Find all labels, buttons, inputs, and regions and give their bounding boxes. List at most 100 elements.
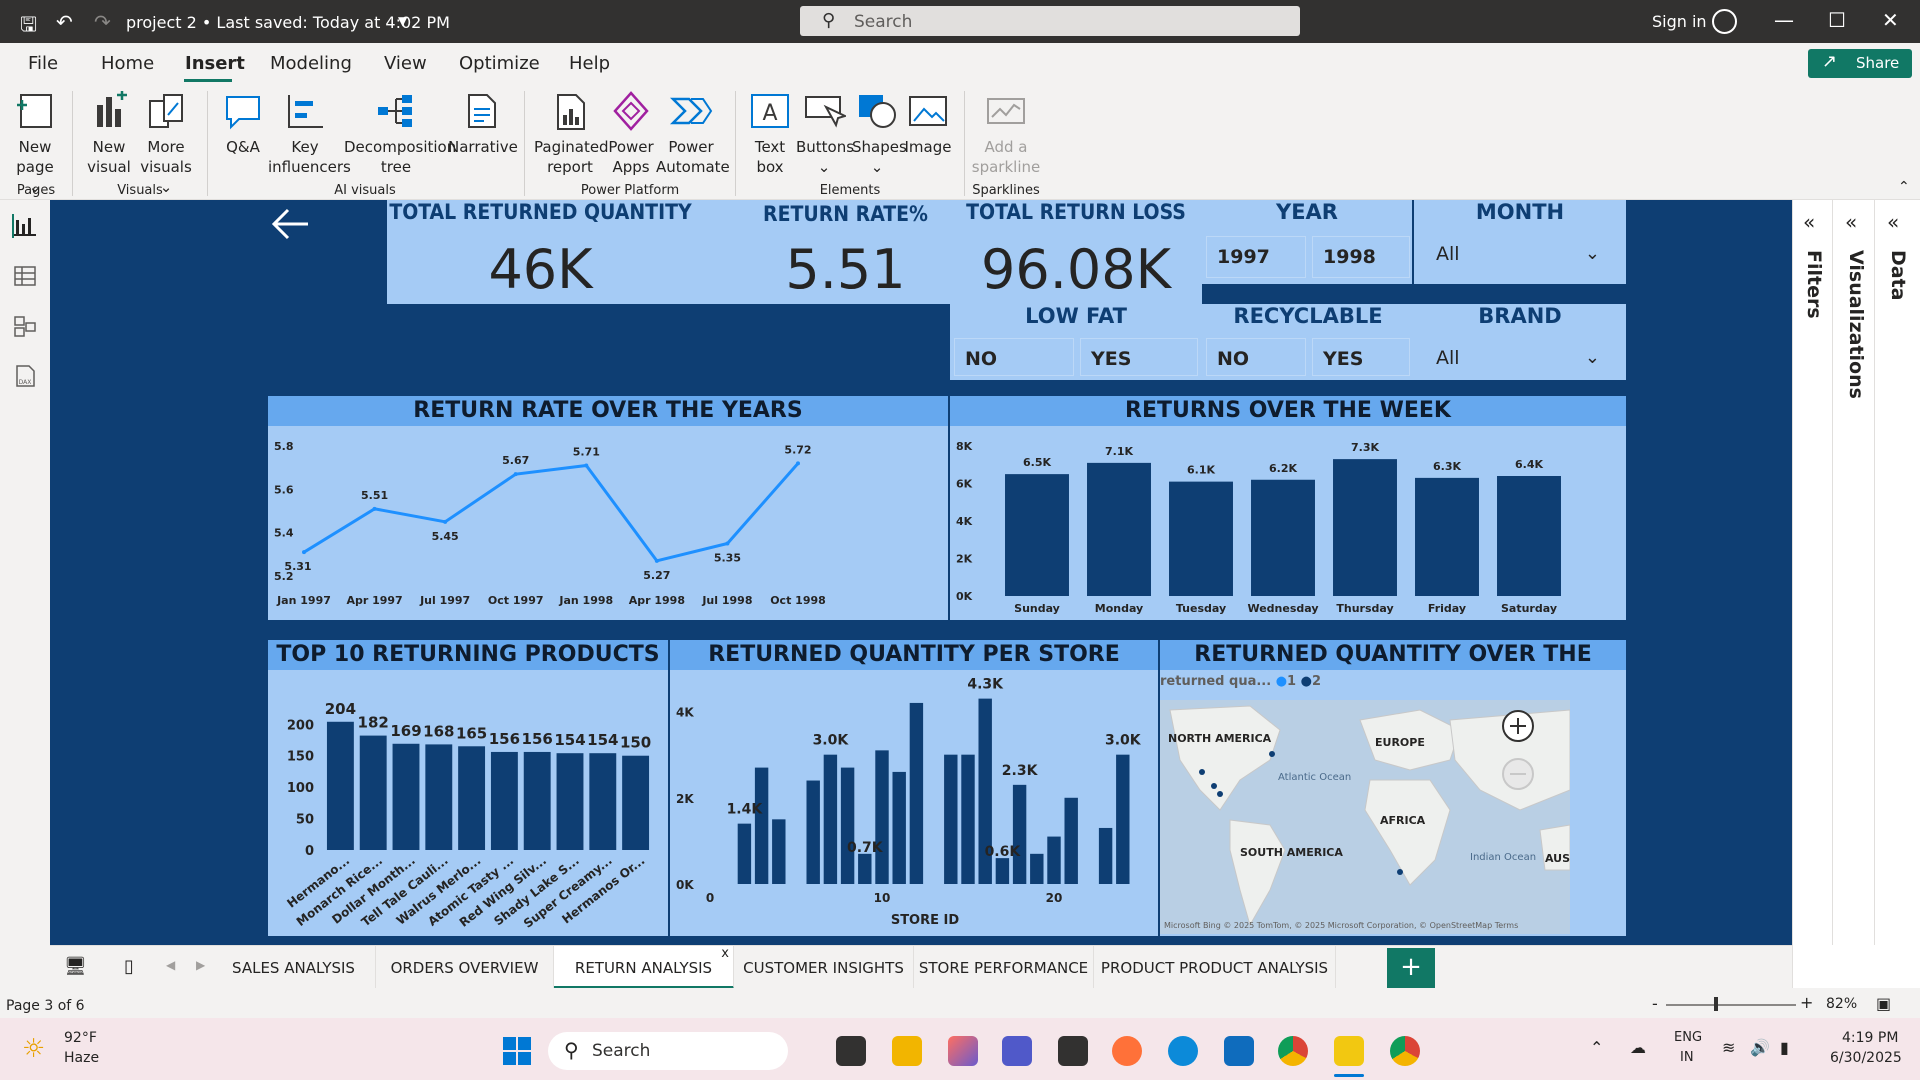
map-point[interactable] [1397,869,1403,875]
minimize-icon[interactable]: — [1774,8,1794,32]
weather-icon[interactable]: ☼ [22,1034,45,1064]
visualizations-pane[interactable]: « Visualizations [1835,200,1875,945]
tab-return-analysis[interactable]: RETURN ANALYSIS x [554,946,734,989]
clock-date[interactable]: 6/30/2025 [1830,1050,1902,1066]
language-primary[interactable]: ENG [1674,1030,1702,1045]
chrome-profile-icon[interactable] [1390,1036,1420,1066]
map-point[interactable] [1217,791,1223,797]
search-input[interactable]: ⚲ Search [800,6,1300,36]
power-bi-icon[interactable] [1334,1036,1364,1066]
account-icon[interactable] [1712,9,1737,34]
report-view-icon[interactable] [12,214,38,238]
image-button[interactable]: Image [902,91,954,157]
slicer-month-dropdown[interactable]: All ⌄ [1420,234,1620,274]
slicer-recyclable-yes[interactable]: YES [1312,338,1410,376]
map-point[interactable] [1211,783,1217,789]
map-point[interactable] [1199,769,1205,775]
tab-sales-analysis[interactable]: SALES ANALYSIS [212,946,376,989]
expand-filters-icon[interactable]: « [1803,210,1815,234]
taskbar-search[interactable]: ⚲ Search [548,1032,788,1070]
decomposition-tree-button[interactable]: Decomposition tree [344,91,456,177]
zoom-out-icon[interactable]: - [1652,994,1658,1013]
narrative-button[interactable]: Narrative [448,91,518,157]
next-page-icon[interactable]: ▶ [196,958,205,972]
add-page-button[interactable]: + [1387,948,1435,988]
slicer-brand-dropdown[interactable]: All ⌄ [1420,338,1620,378]
table-view-icon[interactable] [12,264,38,288]
menu-home[interactable]: Home [101,53,154,74]
filters-pane[interactable]: « Filters [1793,200,1833,945]
onedrive-icon[interactable]: ☁ [1630,1038,1646,1057]
maximize-icon[interactable]: ☐ [1828,8,1846,32]
firefox-icon[interactable] [1112,1036,1142,1066]
text-box-button[interactable]: A Text box [744,91,796,177]
menu-insert[interactable]: Insert [185,53,245,74]
map-point[interactable] [1269,751,1275,757]
file-explorer-icon[interactable] [892,1036,922,1066]
desktop-layout-icon[interactable]: 🖥 [64,956,87,977]
menu-file[interactable]: File [28,53,58,74]
wifi-icon[interactable]: ≋ [1722,1038,1735,1057]
tab-orders-overview[interactable]: ORDERS OVERVIEW [376,946,554,989]
new-page-button[interactable]: New page ⌄ [8,91,62,197]
back-arrow-icon[interactable] [270,204,312,244]
battery-icon[interactable]: ▮ [1780,1038,1789,1057]
prev-page-icon[interactable]: ◀ [166,958,175,972]
expand-data-icon[interactable]: « [1887,210,1899,234]
tab-store-performance[interactable]: STORE PERFORMANCE [914,946,1094,989]
tab-customer-insights[interactable]: CUSTOMER INSIGHTS [734,946,914,989]
m365-icon[interactable] [1058,1036,1088,1066]
zoom-in-icon[interactable]: + [1800,993,1813,1012]
paginated-report-button[interactable]: Paginated report [534,91,609,177]
copilot-icon[interactable] [948,1036,978,1066]
more-visuals-button[interactable]: More visuals ⌄ [138,91,194,197]
qna-button[interactable]: Q&A [218,91,268,157]
mobile-layout-icon[interactable]: ▯ [124,956,134,977]
tab-close-icon[interactable]: x [721,946,729,961]
collapse-ribbon-icon[interactable]: ⌃ [1898,179,1910,195]
menu-view[interactable]: View [384,53,427,74]
tab-product-product-analysis[interactable]: PRODUCT PRODUCT ANALYSIS [1094,946,1336,989]
shapes-button[interactable]: Shapes ⌄ [852,91,907,177]
key-influencers-button[interactable]: Key influencers [268,91,351,177]
model-view-icon[interactable] [12,314,38,338]
data-pane[interactable]: « Data [1877,200,1917,945]
return-rate-chart[interactable]: RETURN RATE OVER THE YEARS 5.8 5.6 5.4 5.2 5… [268,396,948,620]
top-products-chart[interactable]: TOP 10 RETURNING PRODUCTS 200 150 100 50 0 20… [268,640,668,936]
slicer-low-fat-no[interactable]: NO [954,338,1074,376]
chevron-down-icon[interactable]: ▼ [398,14,407,28]
start-icon[interactable] [502,1036,532,1066]
store-chart[interactable]: RETURNED QUANTITY PER STORE 4K 2K 0K 1.4K 3.… [670,640,1158,936]
undo-icon[interactable]: ↶ [56,10,73,34]
zoom-slider[interactable] [1666,1004,1796,1006]
sign-in-link[interactable]: Sign in [1652,12,1707,31]
clock-time[interactable]: 4:19 PM [1842,1030,1898,1046]
slicer-year-1998[interactable]: 1998 [1312,236,1410,278]
share-button[interactable]: ↗ Share [1808,49,1912,78]
expand-visualizations-icon[interactable]: « [1845,210,1857,234]
returns-week-chart[interactable]: RETURNS OVER THE WEEK 8K 6K 4K 2K 0K 6.5K Sund… [950,396,1626,620]
fit-to-page-icon[interactable]: ▣ [1876,994,1891,1013]
close-icon[interactable]: ✕ [1882,8,1899,32]
slicer-year-1997[interactable]: 1997 [1206,236,1306,278]
menu-optimize[interactable]: Optimize [459,53,540,74]
dax-query-view-icon[interactable]: DAX [12,364,38,388]
slicer-low-fat-yes[interactable]: YES [1080,338,1198,376]
chrome-icon[interactable] [1278,1036,1308,1066]
save-icon[interactable]: 🖫 [20,10,37,44]
add-sparkline-button[interactable]: Add a sparkline [970,91,1042,177]
power-apps-button[interactable]: Power Apps [606,91,656,177]
task-view-icon[interactable] [836,1036,866,1066]
edge-icon[interactable] [1168,1036,1198,1066]
new-visual-button[interactable]: New visual [82,91,136,177]
power-automate-button[interactable]: Power Automate [656,91,730,177]
outlook-icon[interactable] [1224,1036,1254,1066]
redo-icon[interactable]: ↷ [94,10,111,34]
volume-icon[interactable]: 🔊 [1750,1038,1770,1057]
zoom-slider-thumb[interactable] [1714,997,1718,1011]
language-secondary[interactable]: IN [1680,1050,1694,1065]
menu-modeling[interactable]: Modeling [270,53,352,74]
teams-icon[interactable] [1002,1036,1032,1066]
region-map[interactable]: RETURNED QUANTITY OVER THE REGION return… [1160,640,1626,936]
menu-help[interactable]: Help [569,53,610,74]
